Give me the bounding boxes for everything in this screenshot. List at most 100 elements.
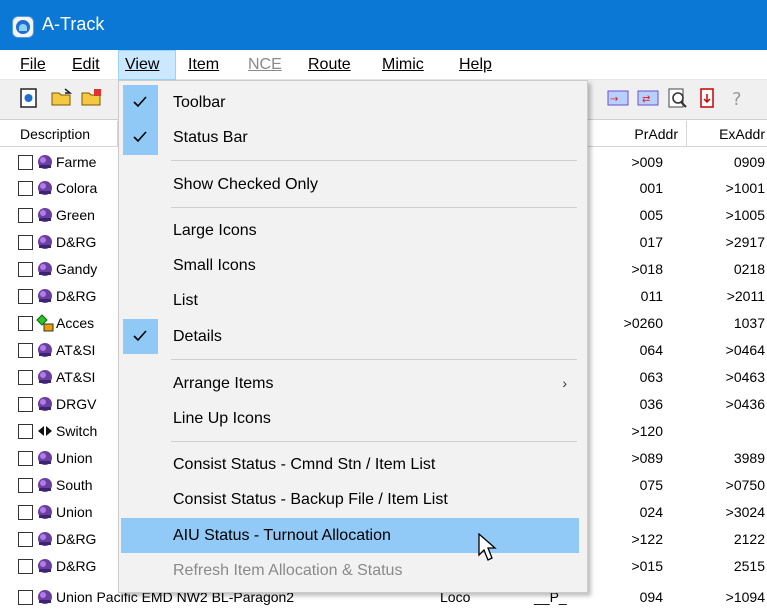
menu-help[interactable]: Help [453,50,498,80]
row-description: D&RG [56,558,97,574]
locomotive-icon [38,289,52,303]
row-praddr: 005 [639,207,663,223]
menu-help-label: Help [459,56,492,73]
row-exaddr: 2122 [733,531,765,547]
menu-status-bar[interactable]: Status Bar [121,120,579,155]
help-icon[interactable]: ? [728,87,754,113]
menu-large-icons[interactable]: Large Icons [121,213,579,248]
menu-item[interactable]: Item [182,50,225,80]
menu-line-up-icons[interactable]: Line Up Icons [121,401,579,436]
row-checkbox[interactable] [18,478,33,493]
row-description: DRGV [56,396,97,412]
column-exaddr[interactable]: ExAddr [687,121,767,147]
menu-small-icons-label: Small Icons [173,257,256,274]
menu-small-icons[interactable]: Small Icons [121,248,579,283]
row-exaddr: >1001 [725,180,765,196]
column-praddr[interactable]: PrAddr [590,121,687,147]
row-description: Farme [56,154,97,170]
row-exaddr: >1094 [725,589,765,605]
row-praddr: 024 [639,504,663,520]
row-praddr: 075 [639,477,663,493]
row-checkbox[interactable] [18,155,33,170]
menu-separator [171,207,577,208]
row-checkbox[interactable] [18,208,33,223]
menu-view[interactable]: View [118,50,176,80]
menu-separator [171,441,577,442]
row-checkbox[interactable] [18,532,33,547]
add-route-icon[interactable]: → [606,87,632,113]
row-praddr: >0260 [623,315,663,331]
menu-edit-label: Edit [72,56,100,73]
row-checkbox[interactable] [18,370,33,385]
row-description: South [56,477,93,493]
row-checkbox[interactable] [18,235,33,250]
row-description: Union [56,450,93,466]
svg-text:?: ? [732,89,742,109]
row-praddr: 017 [639,234,663,250]
locomotive-icon [38,235,52,249]
locomotive-icon [38,505,52,519]
row-exaddr: >2011 [726,288,765,304]
row-description: Green [56,207,95,223]
menu-file-label: File [20,56,46,73]
row-praddr: 001 [639,180,663,196]
menu-edit[interactable]: Edit [66,50,106,80]
locomotive-icon [38,532,52,546]
row-praddr: >120 [631,423,663,439]
row-checkbox[interactable] [18,424,33,439]
row-exaddr: >0463 [725,369,765,385]
row-checkbox[interactable] [18,559,33,574]
window-title: A-Track [42,14,105,34]
menu-refresh-allocation-label: Refresh Item Allocation & Status [173,562,403,579]
row-praddr: 064 [639,342,663,358]
row-praddr: 094 [639,589,663,605]
menu-refresh-allocation: Refresh Item Allocation & Status [121,553,579,588]
menu-consist-status-backup-label: Consist Status - Backup File / Item List [173,491,448,508]
menu-show-checked-only[interactable]: Show Checked Only [121,167,579,202]
open-recent-icon[interactable] [80,87,106,113]
menu-line-up-icons-label: Line Up Icons [173,410,271,427]
row-checkbox[interactable] [18,505,33,520]
column-description[interactable]: Description [0,121,118,147]
menu-details[interactable]: Details [121,319,579,354]
row-exaddr: >2917 [725,234,765,250]
find-icon[interactable] [666,87,692,113]
row-description: AT&SI [56,342,96,358]
menu-file[interactable]: File [14,50,52,80]
menu-large-icons-label: Large Icons [173,222,257,239]
menu-list-label: List [173,292,198,309]
row-checkbox[interactable] [18,289,33,304]
menu-nce: NCE [242,50,288,80]
row-exaddr: 3989 [733,450,765,466]
row-checkbox[interactable] [18,397,33,412]
open-folder-icon[interactable] [50,87,76,113]
menu-consist-status-backup[interactable]: Consist Status - Backup File / Item List [121,482,579,517]
row-checkbox[interactable] [18,451,33,466]
menu-mimic[interactable]: Mimic [376,50,430,80]
swap-route-icon[interactable]: ⇄ [636,87,662,113]
chevron-right-icon: › [562,375,567,391]
title-bar: A-Track [0,0,767,50]
row-checkbox[interactable] [18,343,33,358]
menu-separator [171,359,577,360]
menu-list[interactable]: List [121,283,579,318]
row-checkbox[interactable] [18,181,33,196]
mouse-cursor-icon [478,533,497,561]
menu-show-checked-only-label: Show Checked Only [173,176,318,193]
new-document-icon[interactable] [18,87,44,113]
row-checkbox[interactable] [18,262,33,277]
exit-icon[interactable] [696,87,722,113]
menu-aiu-status[interactable]: AIU Status - Turnout Allocation [121,518,579,553]
row-praddr: 011 [640,288,663,304]
accessory-icon [36,314,54,332]
menu-route[interactable]: Route [302,50,357,80]
row-checkbox[interactable] [18,590,33,605]
check-icon [123,120,158,155]
check-icon [123,319,158,354]
menu-consist-status-cmnd[interactable]: Consist Status - Cmnd Stn / Item List [121,447,579,482]
menu-arrange-items[interactable]: Arrange Items › [121,366,579,401]
row-checkbox[interactable] [18,316,33,331]
app-icon[interactable] [12,16,34,38]
menu-status-bar-label: Status Bar [173,129,248,146]
menu-toolbar[interactable]: Toolbar [121,85,579,120]
